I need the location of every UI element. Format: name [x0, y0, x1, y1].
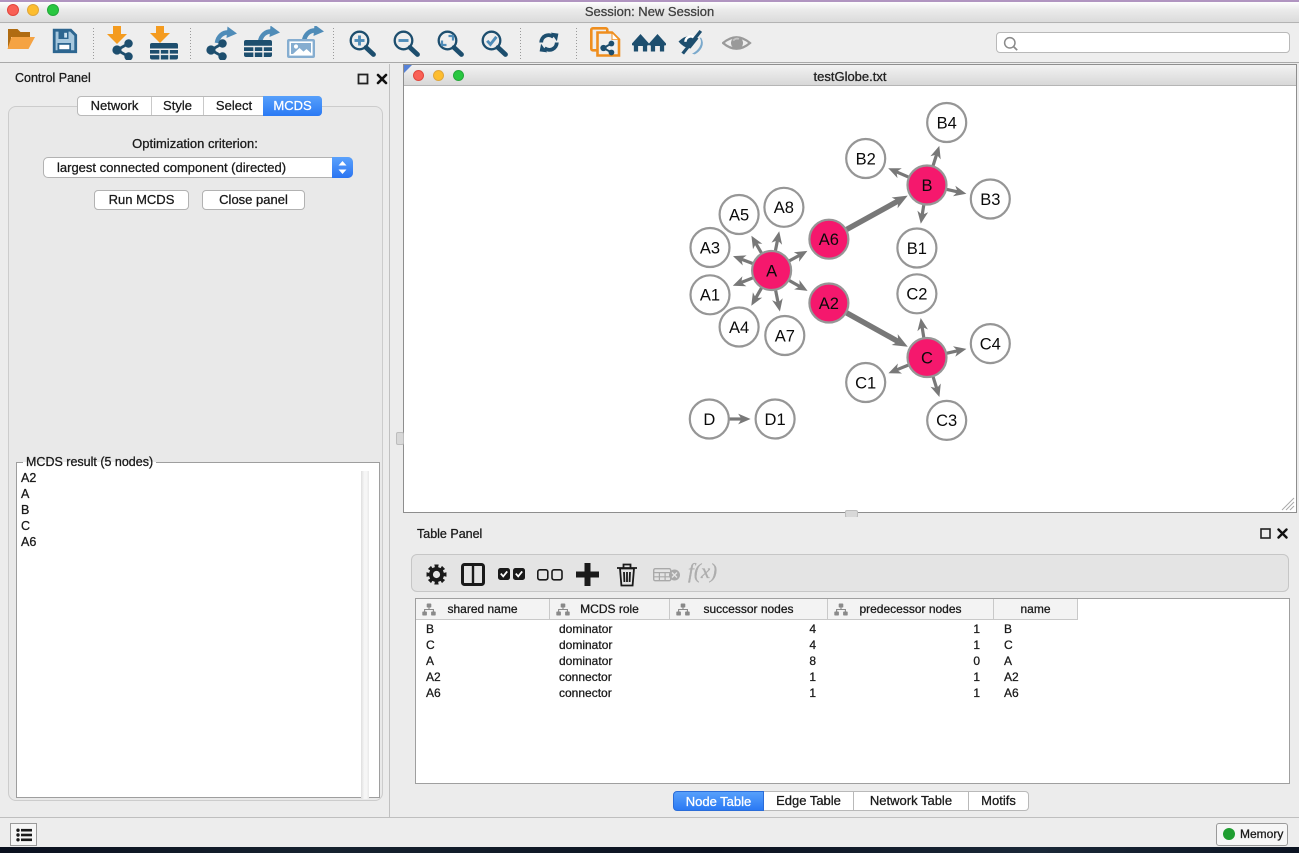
svg-text:A1: A1 — [700, 287, 720, 305]
svg-text:A3: A3 — [700, 239, 720, 257]
svg-text:B: B — [921, 177, 932, 195]
svg-text:B1: B1 — [907, 240, 927, 258]
svg-text:C1: C1 — [855, 374, 876, 392]
svg-text:A5: A5 — [729, 206, 749, 224]
svg-text:D1: D1 — [765, 411, 786, 429]
svg-text:A4: A4 — [729, 319, 749, 337]
svg-text:C3: C3 — [936, 412, 957, 430]
svg-text:A7: A7 — [775, 327, 795, 345]
svg-text:A8: A8 — [774, 199, 794, 217]
svg-text:D: D — [703, 411, 715, 429]
svg-text:C4: C4 — [980, 335, 1001, 353]
svg-text:A2: A2 — [819, 295, 839, 313]
svg-text:C: C — [921, 349, 933, 367]
svg-text:B3: B3 — [980, 191, 1000, 209]
svg-text:A6: A6 — [819, 231, 839, 249]
svg-text:C2: C2 — [906, 286, 927, 304]
svg-text:B4: B4 — [937, 114, 957, 132]
svg-text:A: A — [766, 262, 777, 280]
svg-text:B2: B2 — [856, 150, 876, 168]
